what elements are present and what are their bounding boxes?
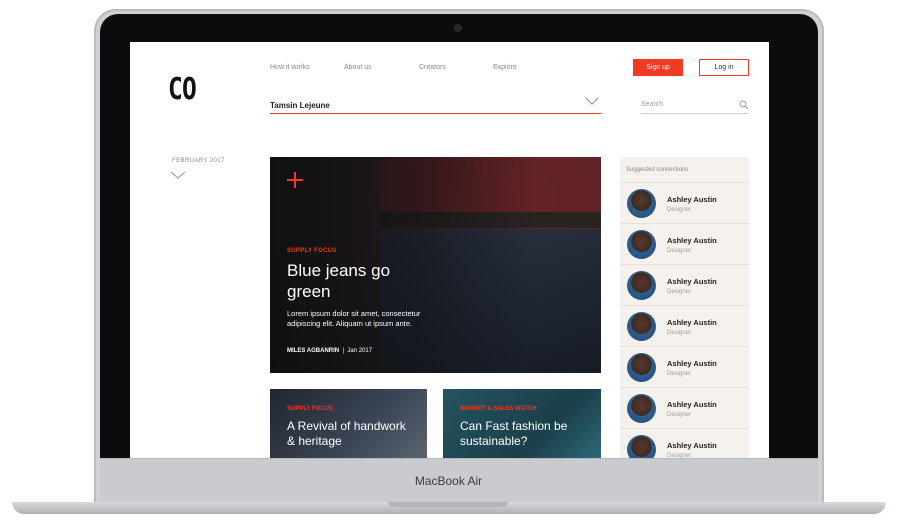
connection-item[interactable]: Ashley Austin Designer <box>620 387 749 429</box>
connection-name: Ashley Austin <box>667 236 717 245</box>
article-byline: MILES AGBANRIN | Jan 2017 <box>287 348 372 354</box>
avatar[interactable] <box>627 353 656 382</box>
connection-item[interactable]: Ashley Austin Designer <box>620 428 749 458</box>
nav-explore[interactable]: Explore <box>493 64 517 71</box>
article-title: A Revival of handwork & heritage <box>287 419 406 448</box>
avatar[interactable] <box>627 312 656 341</box>
site-logo[interactable]: CO <box>168 72 197 107</box>
connection-item[interactable]: Ashley Austin Designer <box>620 223 749 265</box>
web-page: CO How it works About us Creators Explor… <box>130 42 769 458</box>
avatar[interactable] <box>627 189 656 218</box>
connection-name: Ashley Austin <box>667 318 717 327</box>
search-field[interactable]: Search <box>641 98 749 114</box>
connection-name: Ashley Austin <box>667 359 717 368</box>
avatar[interactable] <box>627 435 656 458</box>
avatar[interactable] <box>627 394 656 423</box>
connection-role: Designer <box>667 412 692 418</box>
nav-how-it-works[interactable]: How it works <box>270 64 310 71</box>
byline-separator: | <box>340 348 346 354</box>
device-label: MacBook Air <box>414 474 483 488</box>
chevron-down-icon[interactable] <box>585 97 599 106</box>
connection-role: Designer <box>667 248 692 254</box>
connection-name: Ashley Austin <box>667 195 717 204</box>
article-date: Jan 2017 <box>347 348 373 354</box>
article-category: MARKET & SALES WATCH <box>460 406 537 412</box>
search-icon[interactable] <box>739 100 749 110</box>
connection-item[interactable]: Ashley Austin Designer <box>620 264 749 306</box>
article-category: SUPPLY FOCUS <box>287 248 337 254</box>
nav-creators[interactable]: Creators <box>419 64 446 71</box>
connection-name: Ashley Austin <box>667 441 717 450</box>
connection-item[interactable]: Ashley Austin Designer <box>620 346 749 388</box>
user-select-value: Tamsin Lejeune <box>270 101 330 110</box>
article-category: SUPPLY FOCUS <box>287 406 334 412</box>
laptop-notch <box>388 502 508 507</box>
connection-item[interactable]: Ashley Austin Designer <box>620 305 749 347</box>
article-title: Blue jeans go green <box>287 261 391 301</box>
article-excerpt: Lorem ipsum dolor sit amet, consectetur … <box>287 309 421 328</box>
connection-role: Designer <box>667 289 692 295</box>
signup-button[interactable]: Sign up <box>633 59 683 76</box>
avatar[interactable] <box>627 230 656 259</box>
article-author: MILES AGBANRIN <box>287 348 340 354</box>
article-card[interactable]: MARKET & SALES WATCH Can Fast fashion be… <box>443 389 601 458</box>
connection-name: Ashley Austin <box>667 277 717 286</box>
connection-role: Designer <box>667 207 692 213</box>
article-title: Can Fast fashion be sustainable? <box>460 419 568 448</box>
suggested-connections-panel: Suggested connections Ashley Austin Desi… <box>620 157 749 458</box>
connection-role: Designer <box>667 371 692 377</box>
date-filter-label[interactable]: FEBRUARY 2017 <box>172 158 225 164</box>
connection-item[interactable]: Ashley Austin Designer <box>620 182 749 224</box>
user-select[interactable]: Tamsin Lejeune <box>270 97 601 114</box>
nav-about-us[interactable]: About us <box>344 64 372 71</box>
featured-article-card[interactable]: SUPPLY FOCUS Blue jeans go green Lorem i… <box>270 157 601 373</box>
login-button[interactable]: Log in <box>699 59 749 76</box>
search-placeholder: Search <box>641 101 664 108</box>
panel-title: Suggested connections <box>626 167 689 173</box>
avatar[interactable] <box>627 271 656 300</box>
camera-icon <box>454 24 462 32</box>
connection-role: Designer <box>667 330 692 336</box>
chevron-down-icon[interactable] <box>170 171 186 180</box>
connection-name: Ashley Austin <box>667 400 717 409</box>
article-card[interactable]: SUPPLY FOCUS A Revival of handwork & her… <box>270 389 427 458</box>
plus-icon[interactable] <box>287 172 303 188</box>
